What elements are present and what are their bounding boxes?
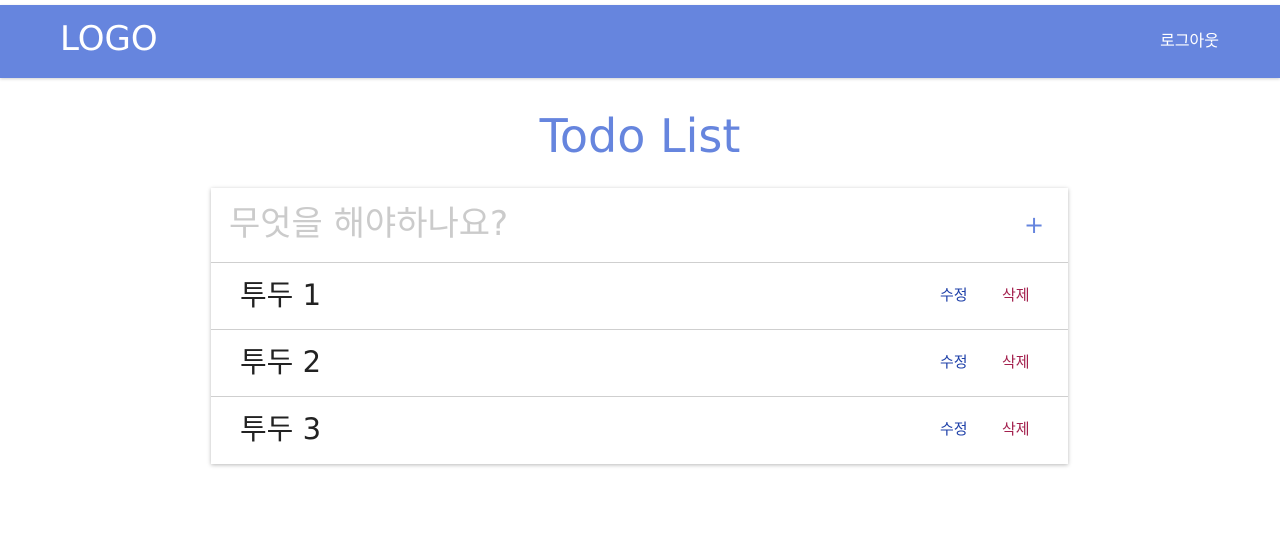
todo-item: 투두 2 수정 삭제 xyxy=(211,330,1068,397)
logout-button[interactable]: 로그아웃 xyxy=(1160,29,1219,53)
new-todo-row: + xyxy=(211,188,1068,263)
add-todo-button[interactable]: + xyxy=(1022,210,1046,240)
todo-card: + 투두 1 수정 삭제 투두 2 수정 삭제 투두 3 수정 삭제 xyxy=(211,188,1068,464)
app-header: LOGO 로그아웃 xyxy=(0,5,1280,78)
todo-item: 투두 3 수정 삭제 xyxy=(211,397,1068,464)
todo-text: 투두 1 xyxy=(240,278,322,312)
delete-button[interactable]: 삭제 xyxy=(1002,284,1030,306)
page-title: Todo List xyxy=(539,109,741,163)
edit-button[interactable]: 수정 xyxy=(940,351,968,373)
delete-button[interactable]: 삭제 xyxy=(1002,351,1030,373)
todo-item: 투두 1 수정 삭제 xyxy=(211,263,1068,330)
todo-text: 투두 2 xyxy=(240,345,322,379)
edit-button[interactable]: 수정 xyxy=(940,418,968,440)
logo[interactable]: LOGO xyxy=(60,19,158,59)
todo-text: 투두 3 xyxy=(240,412,322,446)
delete-button[interactable]: 삭제 xyxy=(1002,418,1030,440)
new-todo-input[interactable] xyxy=(229,200,989,248)
edit-button[interactable]: 수정 xyxy=(940,284,968,306)
